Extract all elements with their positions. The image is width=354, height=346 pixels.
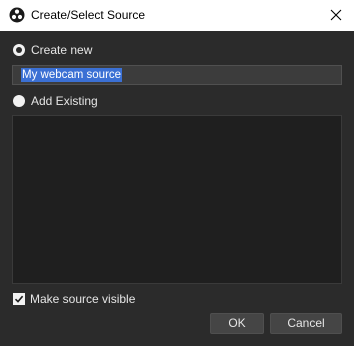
close-icon xyxy=(330,9,342,21)
add-existing-radio[interactable]: Add Existing xyxy=(13,93,98,109)
window-title: Create/Select Source xyxy=(31,8,146,22)
create-select-source-dialog: Create new My webcam source Add Existing… xyxy=(0,31,354,346)
radio-button-unchecked[interactable] xyxy=(13,95,25,107)
ok-button[interactable]: OK xyxy=(210,313,264,334)
obs-logo-icon xyxy=(9,7,25,23)
make-visible-checkbox[interactable] xyxy=(13,293,25,305)
source-name-input[interactable]: My webcam source xyxy=(12,65,342,85)
make-visible-label: Make source visible xyxy=(30,292,136,306)
create-new-label: Create new xyxy=(31,43,93,57)
create-new-radio[interactable]: Create new xyxy=(13,42,92,58)
make-visible-checkbox-row[interactable]: Make source visible xyxy=(13,291,135,307)
add-existing-label: Add Existing xyxy=(31,94,98,108)
close-button[interactable] xyxy=(318,0,354,31)
radio-button-checked[interactable] xyxy=(13,44,25,56)
existing-sources-list[interactable] xyxy=(12,115,342,284)
cancel-button[interactable]: Cancel xyxy=(270,313,342,334)
checkmark-icon xyxy=(14,295,24,303)
title-bar: Create/Select Source xyxy=(0,0,354,31)
source-name-value: My webcam source xyxy=(21,68,123,82)
